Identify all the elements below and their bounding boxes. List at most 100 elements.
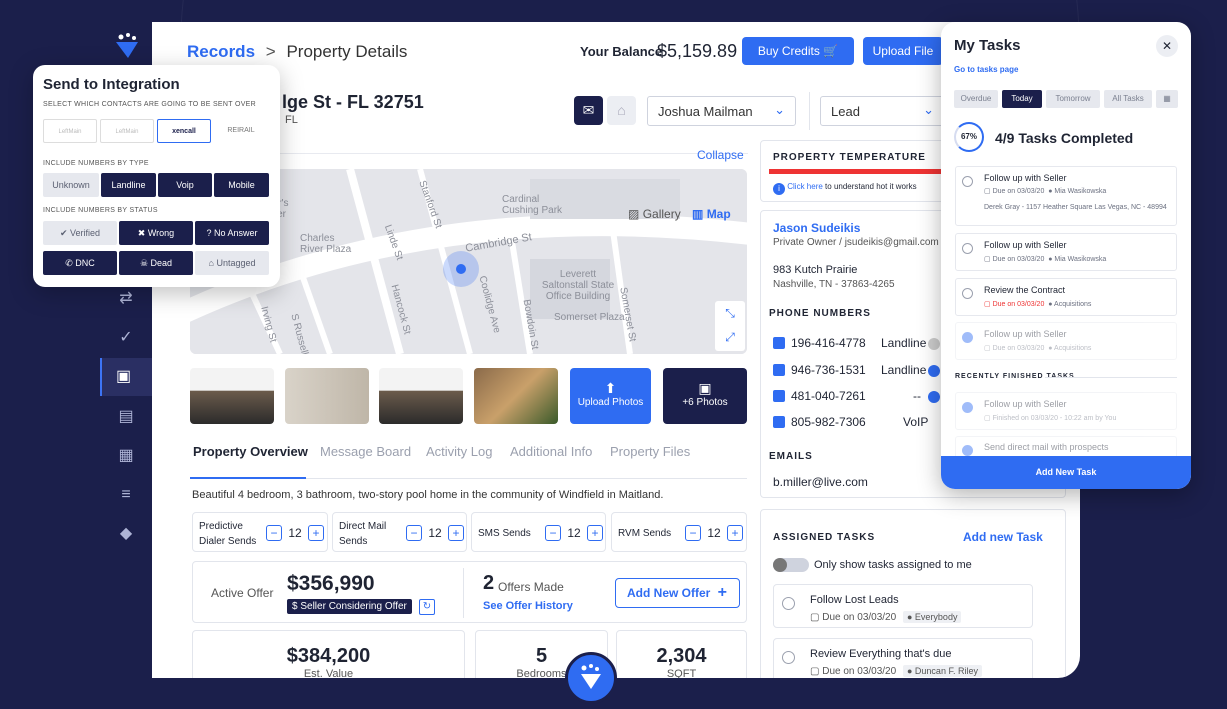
- close-icon[interactable]: ✕: [1156, 35, 1178, 57]
- buy-credits-button[interactable]: Buy Credits 🛒: [742, 37, 854, 65]
- phone-icon: [773, 390, 785, 402]
- swap-icon[interactable]: ⇄: [114, 287, 138, 311]
- type-landline-toggle[interactable]: Landline: [101, 173, 156, 197]
- decrement-button[interactable]: −: [545, 525, 561, 541]
- task-checkbox[interactable]: [962, 288, 973, 299]
- stat-est-value: $384,200 Est. Value: [192, 630, 465, 678]
- phone-off-icon: ✆: [65, 258, 73, 268]
- property-city: FL: [285, 114, 298, 126]
- status-dnc-toggle[interactable]: ✆ DNC: [43, 251, 117, 275]
- tab-additional-info[interactable]: Additional Info: [510, 444, 592, 459]
- property-photo[interactable]: [474, 368, 558, 424]
- property-photo[interactable]: [285, 368, 369, 424]
- add-new-offer-button[interactable]: Add New Offer +: [615, 578, 740, 608]
- task-item[interactable]: Follow up with Seller ▢ Due on 03/03/20 …: [955, 166, 1177, 226]
- counter-direct-mail: Direct Mail Sends − 12 +: [332, 512, 467, 552]
- add-new-task-link[interactable]: Add new Task: [963, 530, 1043, 544]
- property-address: lge St - FL 32751: [282, 92, 424, 112]
- status-select[interactable]: Lead ⌄: [820, 96, 945, 126]
- mail-icon[interactable]: ✉: [574, 96, 603, 125]
- tab-property-files[interactable]: Property Files: [610, 444, 690, 459]
- filter-all-tasks[interactable]: All Tasks: [1104, 90, 1152, 108]
- dashboard-icon[interactable]: ▦: [114, 444, 138, 468]
- my-tasks-title: My Tasks: [954, 37, 1021, 54]
- increment-button[interactable]: +: [448, 525, 465, 541]
- property-photo[interactable]: [379, 368, 463, 424]
- task-checkbox[interactable]: [962, 243, 973, 254]
- task-checkbox[interactable]: [782, 597, 795, 610]
- filter-tomorrow[interactable]: Tomorrow: [1046, 90, 1100, 108]
- map-zoom-controls[interactable]: ⤡ ⤢: [715, 301, 745, 351]
- phone-row[interactable]: 481-040-7261 --: [773, 389, 940, 403]
- increment-button[interactable]: +: [308, 525, 325, 541]
- education-icon[interactable]: ◆: [114, 522, 138, 546]
- task-checkbox[interactable]: [962, 332, 973, 343]
- task-checkbox[interactable]: [782, 651, 795, 664]
- decrement-button[interactable]: −: [685, 525, 701, 541]
- task-item[interactable]: Follow Lost Leads ▢ Due on 03/03/20 ● Ev…: [773, 584, 1033, 628]
- more-photos-button[interactable]: ▣ +6 Photos: [663, 368, 747, 424]
- my-tasks-panel: My Tasks ✕ Go to tasks page Overdue Toda…: [941, 22, 1191, 489]
- status-verified-toggle[interactable]: ✔ Verified: [43, 221, 117, 245]
- task-item[interactable]: Follow up with Seller ▢ Due on 03/03/20 …: [955, 322, 1177, 360]
- map-button[interactable]: ▥ Map: [692, 207, 731, 221]
- task-checkbox[interactable]: [962, 402, 973, 413]
- email-address[interactable]: b.miller@live.com: [773, 475, 868, 489]
- filter-today[interactable]: Today: [1002, 90, 1042, 108]
- chart-icon[interactable]: ▤: [114, 405, 138, 429]
- status-dead-toggle[interactable]: ☠ Dead: [119, 251, 193, 275]
- task-item[interactable]: Review Everything that's due ▢ Due on 03…: [773, 638, 1033, 678]
- calendar-icon[interactable]: ▦: [1156, 90, 1178, 108]
- collapse-link[interactable]: Collapse: [697, 148, 744, 162]
- contact-name[interactable]: Jason Sudeikis: [773, 221, 860, 235]
- integration-option-selected[interactable]: xencall: [157, 119, 211, 143]
- tab-property-overview[interactable]: Property Overview: [193, 444, 308, 459]
- tasks-page-link[interactable]: Go to tasks page: [954, 65, 1018, 74]
- temperature-help-link[interactable]: Click here: [787, 182, 823, 191]
- check-circle-icon[interactable]: ✓: [114, 326, 138, 350]
- increment-button[interactable]: +: [727, 525, 744, 541]
- integration-option[interactable]: LeftMain: [43, 119, 97, 143]
- user-icon: ●: [1048, 256, 1053, 263]
- status-no-answer-toggle[interactable]: ? No Answer: [195, 221, 269, 245]
- robot-icon[interactable]: ▣: [100, 358, 152, 396]
- counter-rvm: RVM Sends − 12 +: [611, 512, 747, 552]
- divider: [809, 92, 810, 130]
- offer-history-link[interactable]: See Offer History: [483, 600, 573, 612]
- task-item[interactable]: Follow up with Seller ▢ Due on 03/03/20 …: [955, 233, 1177, 271]
- expand-icon[interactable]: ⤢: [725, 330, 735, 344]
- property-photo[interactable]: [190, 368, 274, 424]
- status-wrong-toggle[interactable]: ✖ Wrong: [119, 221, 193, 245]
- integration-option[interactable]: LeftMain: [100, 119, 154, 143]
- integration-option[interactable]: REIRAIL: [214, 119, 268, 143]
- breadcrumb-records[interactable]: Records: [187, 42, 255, 61]
- collapse-icon[interactable]: ⤡: [725, 306, 735, 320]
- type-mobile-toggle[interactable]: Mobile: [214, 173, 269, 197]
- decrement-button[interactable]: −: [406, 525, 422, 541]
- filter-overdue[interactable]: Overdue: [954, 90, 998, 108]
- gallery-button[interactable]: ▨ Gallery: [628, 207, 681, 221]
- add-new-task-button[interactable]: Add New Task: [941, 456, 1191, 489]
- owner-select[interactable]: Joshua Mailman ⌄: [647, 96, 796, 126]
- phone-row[interactable]: 946-736-1531 Landline: [773, 363, 940, 377]
- task-checkbox[interactable]: [962, 176, 973, 187]
- type-unknown-toggle[interactable]: Unknown: [43, 173, 99, 197]
- finished-task-item[interactable]: Follow up with Seller ▢ Finished on 03/0…: [955, 392, 1177, 430]
- phone-row[interactable]: 196-416-4778 Landline: [773, 336, 940, 350]
- increment-button[interactable]: +: [587, 525, 604, 541]
- sliders-icon[interactable]: ≡: [114, 483, 138, 507]
- task-checkbox[interactable]: [962, 445, 973, 456]
- status-untagged-toggle[interactable]: ⌂ Untagged: [195, 251, 269, 275]
- task-item[interactable]: Review the Contract ▢ Due on 03/03/20 ● …: [955, 278, 1177, 316]
- refresh-icon[interactable]: ↻: [419, 599, 435, 615]
- home-icon[interactable]: ⌂: [607, 96, 636, 125]
- assigned-to-me-toggle[interactable]: [773, 558, 809, 572]
- decrement-button[interactable]: −: [266, 525, 282, 541]
- upload-file-button[interactable]: Upload File: [863, 37, 943, 65]
- tab-message-board[interactable]: Message Board: [320, 444, 411, 459]
- divider: [1045, 377, 1177, 378]
- upload-photos-button[interactable]: ⬆ Upload Photos: [570, 368, 651, 424]
- tab-activity-log[interactable]: Activity Log: [426, 444, 492, 459]
- type-voip-toggle[interactable]: Voip: [158, 173, 212, 197]
- phone-row[interactable]: 805-982-7306 VoIP: [773, 415, 928, 429]
